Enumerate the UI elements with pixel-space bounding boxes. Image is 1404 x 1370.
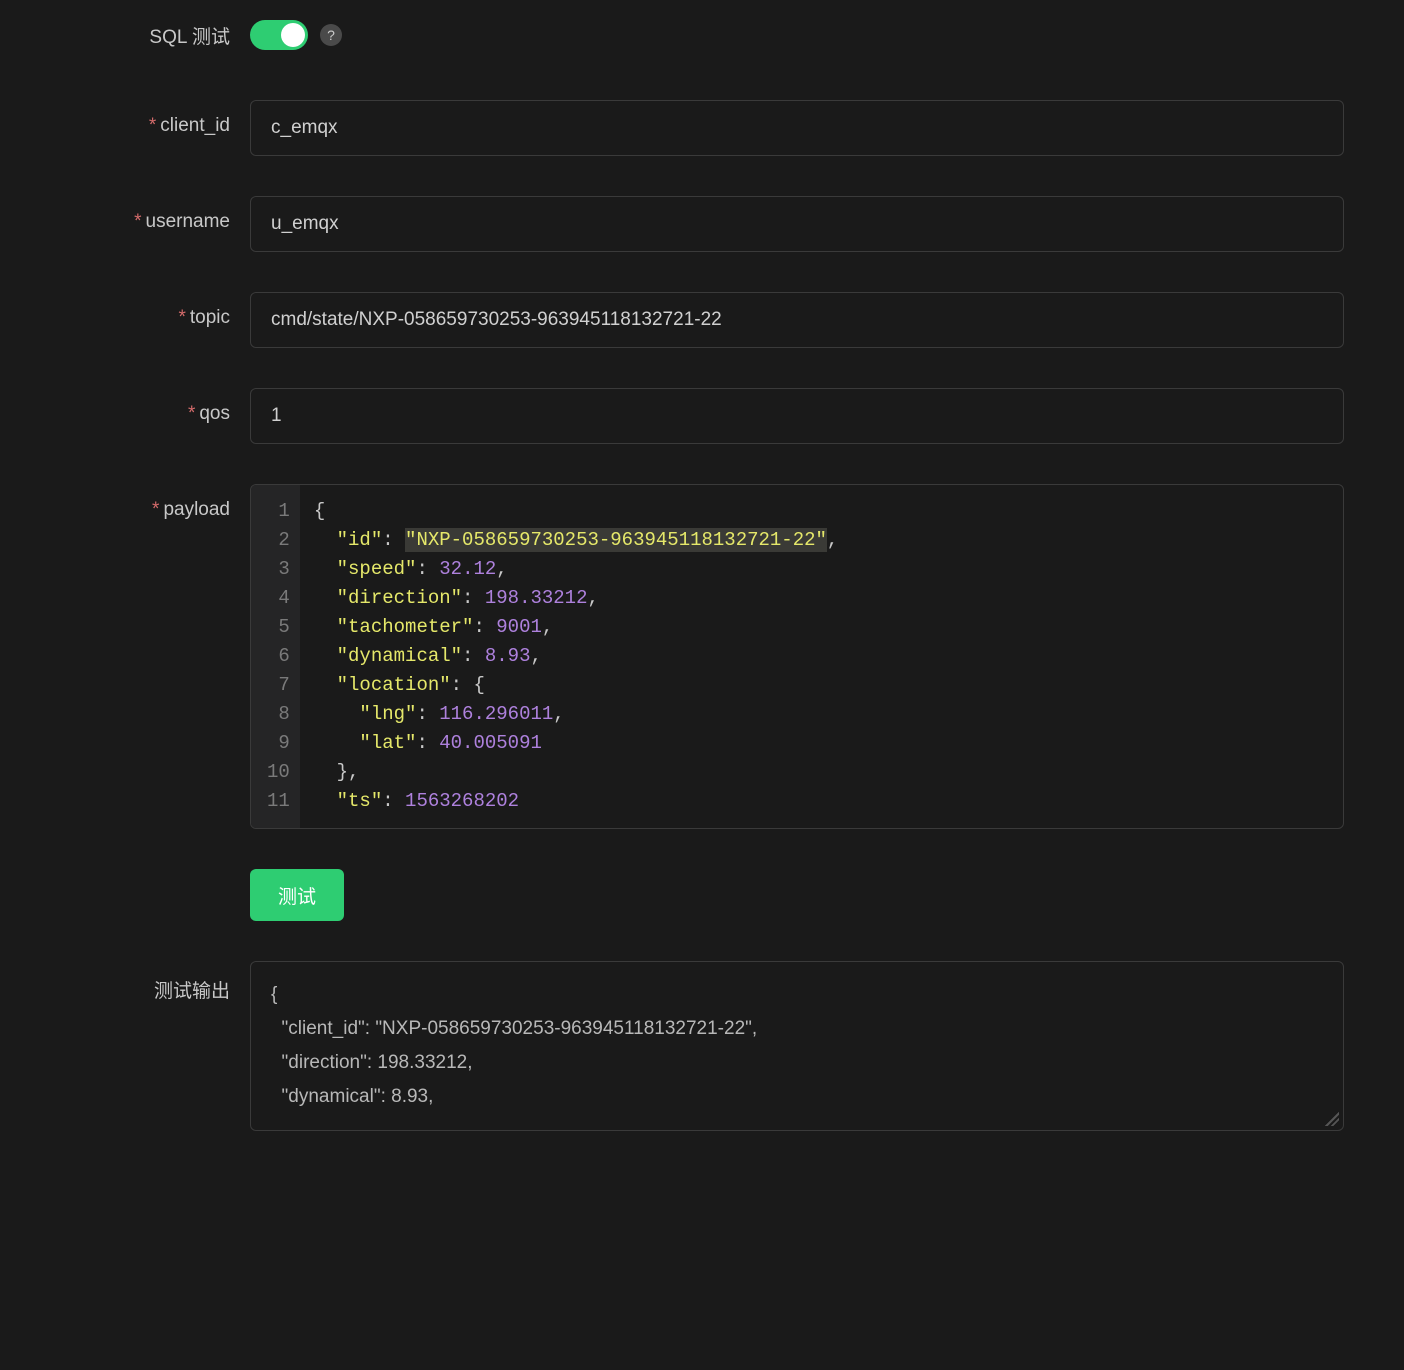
row-payload: *payload 1234567891011 { "id": "NXP-0586…: [20, 484, 1344, 829]
label-payload: *payload: [20, 484, 250, 521]
sql-test-label: SQL 测试: [20, 22, 250, 49]
label-topic: *topic: [20, 292, 250, 329]
username-input[interactable]: [250, 196, 1344, 252]
row-output: 测试输出 { "client_id": "NXP-058659730253-96…: [20, 961, 1344, 1131]
row-client-id: *client_id: [20, 100, 1344, 156]
row-qos: *qos: [20, 388, 1344, 444]
label-qos: *qos: [20, 388, 250, 425]
label-payload-text: payload: [163, 499, 230, 520]
client-id-input[interactable]: [250, 100, 1344, 156]
test-button[interactable]: 测试: [250, 869, 344, 921]
editor-gutter: 1234567891011: [251, 485, 300, 828]
resize-handle-icon[interactable]: [1325, 1112, 1339, 1126]
label-qos-text: qos: [199, 403, 230, 424]
test-output[interactable]: { "client_id": "NXP-058659730253-9639451…: [250, 961, 1344, 1131]
topic-input[interactable]: [250, 292, 1344, 348]
help-icon[interactable]: ?: [320, 24, 342, 46]
editor-content[interactable]: { "id": "NXP-058659730253-96394511813272…: [300, 485, 1343, 828]
label-client-id: *client_id: [20, 100, 250, 137]
row-test-button: 测试: [20, 869, 1344, 921]
sql-test-row: SQL 测试 ?: [20, 20, 1344, 50]
label-client-id-text: client_id: [160, 115, 230, 136]
row-topic: *topic: [20, 292, 1344, 348]
label-topic-text: topic: [190, 307, 230, 328]
qos-input[interactable]: [250, 388, 1344, 444]
label-username: *username: [20, 196, 250, 233]
row-username: *username: [20, 196, 1344, 252]
sql-test-toggle[interactable]: [250, 20, 308, 50]
payload-editor[interactable]: 1234567891011 { "id": "NXP-058659730253-…: [250, 484, 1344, 829]
label-output: 测试输出: [20, 961, 250, 1003]
toggle-knob: [281, 23, 305, 47]
label-username-text: username: [146, 211, 231, 232]
